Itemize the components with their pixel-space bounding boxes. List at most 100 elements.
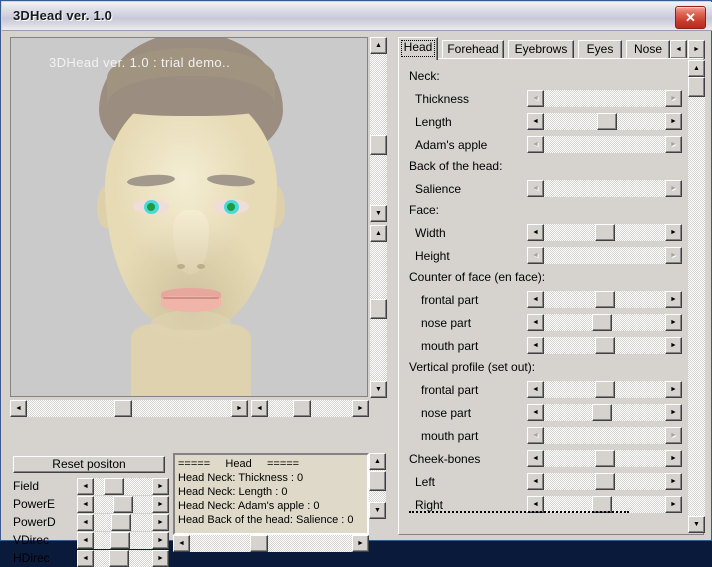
camera-slider-field-thumb[interactable] [104,478,124,495]
param-slider-width-decrease-arrow-icon[interactable]: ◄ [527,224,544,241]
param-slider-mouth-part-decrease-arrow-icon[interactable]: ◄ [527,337,544,354]
param-slider-nose-part-increase-arrow-icon[interactable]: ► [665,404,682,421]
param-slider-frontal-part-decrease-arrow-icon[interactable]: ◄ [527,291,544,308]
param-slider-frontal-part-increase-arrow-icon[interactable]: ► [665,291,682,308]
camera-slider-hdirec-decrease-arrow-icon[interactable]: ◄ [77,550,94,567]
viewport-vscroll-top-up-arrow-icon[interactable]: ▲ [370,37,387,54]
panel-param-label: Left [415,475,435,489]
param-slider-frontal-part-increase-arrow-icon[interactable]: ► [665,381,682,398]
tab-eyes[interactable]: Eyes [578,40,622,59]
viewport-hscroll-right-thumb[interactable] [293,400,311,417]
param-panel-vscroll-thumb[interactable] [688,77,705,97]
head-viewport[interactable]: 3DHead ver. 1.0 : trial demo.. [10,37,368,397]
viewport-vscroll-bottom[interactable]: ▲▼ [370,225,387,398]
param-slider-nose-part[interactable]: ◄► [527,314,682,331]
viewport-hscroll-left-right-arrow-icon[interactable]: ► [231,400,248,417]
param-slider-length-increase-arrow-icon[interactable]: ► [665,113,682,130]
param-slider-cheek-bones-thumb[interactable] [595,450,615,467]
param-slider-mouth-part-thumb[interactable] [595,337,615,354]
camera-slider-hdirec[interactable]: ◄► [77,550,169,567]
log-hscroll-thumb[interactable] [250,535,268,552]
panel-param-label: frontal part [421,293,478,307]
param-slider-nose-part[interactable]: ◄► [527,404,682,421]
head-nostril-right [197,264,205,269]
camera-slider-powerd-increase-arrow-icon[interactable]: ► [152,514,169,531]
tab-head[interactable]: Head [398,37,438,60]
camera-slider-powere-increase-arrow-icon[interactable]: ► [152,496,169,513]
param-slider-right-increase-arrow-icon[interactable]: ► [665,496,682,513]
param-slider-frontal-part-thumb[interactable] [595,381,615,398]
tab-scroll-left-icon[interactable]: ◄ [670,40,687,59]
viewport-vscroll-bottom-thumb[interactable] [370,299,387,319]
param-slider-mouth-part-decrease-arrow-icon: ◄ [527,427,544,444]
log-vscroll[interactable]: ▲▼ [369,453,386,519]
param-slider-length-thumb[interactable] [597,113,617,130]
camera-slider-hdirec-increase-arrow-icon[interactable]: ► [152,550,169,567]
param-panel-vscroll-up-arrow-icon[interactable]: ▲ [688,60,705,77]
viewport-hscroll-left-left-arrow-icon[interactable]: ◄ [10,400,27,417]
param-slider-width[interactable]: ◄► [527,224,682,241]
param-slider-frontal-part[interactable]: ◄► [527,291,682,308]
param-panel-vscroll[interactable]: ▲▼ [688,60,705,533]
viewport-hscroll-left-thumb[interactable] [114,400,132,417]
tab-eyebrows[interactable]: Eyebrows [508,40,574,59]
head-render-canvas[interactable]: 3DHead ver. 1.0 : trial demo.. [11,38,367,396]
param-slider-frontal-part[interactable]: ◄► [527,381,682,398]
viewport-hscroll-left[interactable]: ◄► [10,400,248,417]
camera-slider-powerd-decrease-arrow-icon[interactable]: ◄ [77,514,94,531]
param-slider-nose-part-increase-arrow-icon[interactable]: ► [665,314,682,331]
param-slider-cheek-bones[interactable]: ◄► [527,450,682,467]
log-hscroll[interactable]: ◄► [173,535,369,552]
camera-slider-powerd[interactable]: ◄► [77,514,169,531]
viewport-vscroll-top-thumb[interactable] [370,135,387,155]
param-slider-nose-part-thumb[interactable] [592,404,612,421]
param-slider-height-decrease-arrow-icon: ◄ [527,247,544,264]
param-panel-vscroll-down-arrow-icon[interactable]: ▼ [688,516,705,533]
param-slider-nose-part-decrease-arrow-icon[interactable]: ◄ [527,314,544,331]
reset-position-button[interactable]: Reset positon [13,456,165,473]
tab-scroll-right-icon[interactable]: ► [688,40,705,59]
param-slider-length[interactable]: ◄► [527,113,682,130]
param-slider-left-decrease-arrow-icon[interactable]: ◄ [527,473,544,490]
param-slider-nose-part-thumb[interactable] [592,314,612,331]
param-slider-mouth-part-increase-arrow-icon: ► [665,427,682,444]
param-slider-mouth-part[interactable]: ◄► [527,337,682,354]
viewport-hscroll-right-right-arrow-icon[interactable]: ► [352,400,369,417]
tab-nose[interactable]: Nose [626,40,670,59]
param-slider-left[interactable]: ◄► [527,473,682,490]
viewport-vscroll-top[interactable]: ▲▼ [370,37,387,222]
param-slider-width-increase-arrow-icon[interactable]: ► [665,224,682,241]
log-hscroll-right-arrow-icon[interactable]: ► [352,535,369,552]
param-slider-nose-part-decrease-arrow-icon[interactable]: ◄ [527,404,544,421]
log-vscroll-thumb[interactable] [369,471,386,491]
camera-slider-powere[interactable]: ◄► [77,496,169,513]
camera-slider-powere-decrease-arrow-icon[interactable]: ◄ [77,496,94,513]
param-slider-mouth-part: ◄► [527,427,682,444]
viewport-hscroll-right-left-arrow-icon[interactable]: ◄ [251,400,268,417]
parameter-panel-scrollbar[interactable]: ▲▼ [688,60,704,533]
camera-slider-field-decrease-arrow-icon[interactable]: ◄ [77,478,94,495]
camera-slider-field[interactable]: ◄► [77,478,169,495]
viewport-vscroll-top-down-arrow-icon[interactable]: ▼ [370,205,387,222]
param-slider-left-increase-arrow-icon[interactable]: ► [665,473,682,490]
viewport-vscroll-bottom-down-arrow-icon[interactable]: ▼ [370,381,387,398]
camera-slider-powerd-thumb[interactable] [111,514,131,531]
param-slider-frontal-part-decrease-arrow-icon[interactable]: ◄ [527,381,544,398]
viewport-hscroll-right[interactable]: ◄► [251,400,369,417]
log-hscroll-left-arrow-icon[interactable]: ◄ [173,535,190,552]
param-slider-left-thumb[interactable] [595,473,615,490]
camera-slider-field-increase-arrow-icon[interactable]: ► [152,478,169,495]
viewport-vscroll-bottom-up-arrow-icon[interactable]: ▲ [370,225,387,242]
param-slider-length-decrease-arrow-icon[interactable]: ◄ [527,113,544,130]
param-slider-cheek-bones-increase-arrow-icon[interactable]: ► [665,450,682,467]
close-button[interactable]: ✕ [675,6,706,29]
log-vscroll-up-arrow-icon[interactable]: ▲ [369,453,386,470]
log-vscroll-down-arrow-icon[interactable]: ▼ [369,502,386,519]
camera-slider-hdirec-thumb[interactable] [109,550,129,567]
param-slider-width-thumb[interactable] [595,224,615,241]
param-slider-cheek-bones-decrease-arrow-icon[interactable]: ◄ [527,450,544,467]
param-slider-mouth-part-increase-arrow-icon[interactable]: ► [665,337,682,354]
camera-slider-powere-thumb[interactable] [113,496,133,513]
param-slider-frontal-part-thumb[interactable] [595,291,615,308]
tab-forehead[interactable]: Forehead [442,40,504,59]
